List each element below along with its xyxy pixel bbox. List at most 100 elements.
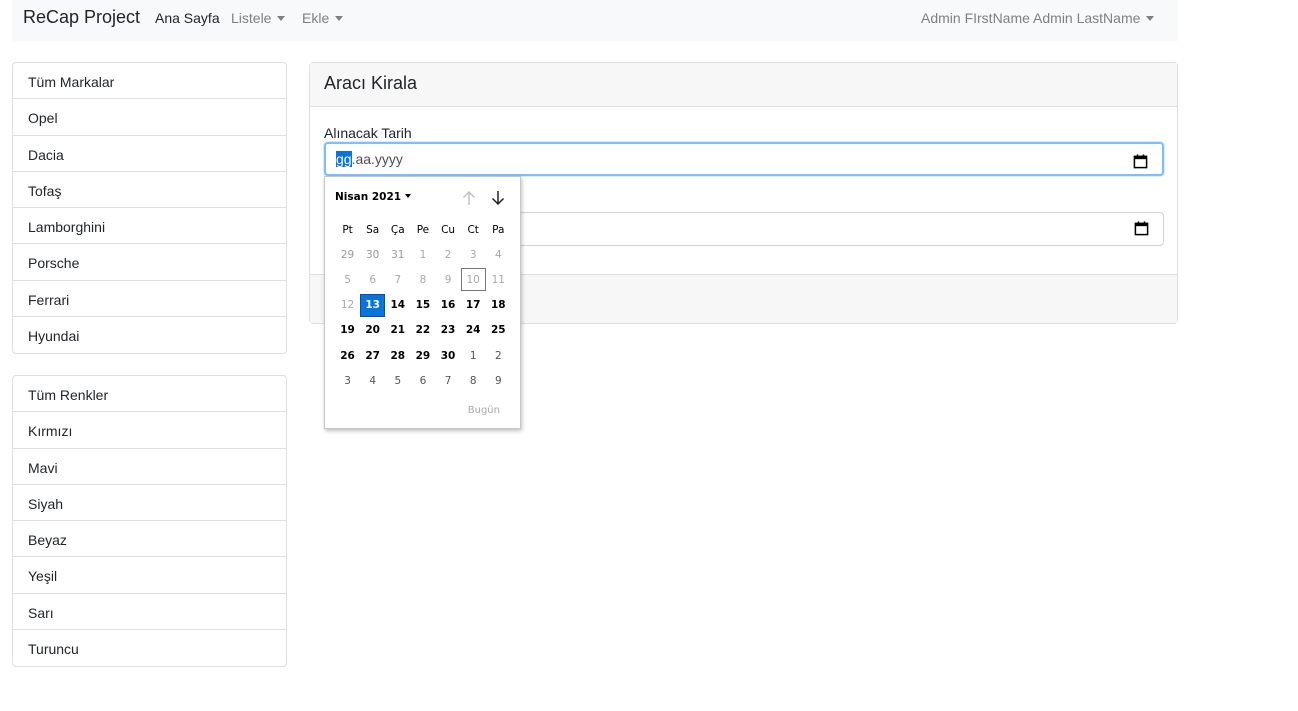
nav-home-link[interactable]: Ana Sayfa: [155, 10, 220, 26]
date-picker-popup: Nisan 2021 Pt Sa Ça Pe Cu Ct Pa 29 30 31…: [324, 176, 521, 429]
user-name: Admin FIrstName Admin LastName: [921, 10, 1141, 26]
nav-add-label: Ekle: [302, 10, 330, 26]
calendar-day[interactable]: 24: [461, 319, 486, 342]
calendar-week-row: 12 13 14 15 16 17 18: [335, 293, 511, 318]
calendar-day: 6: [369, 273, 377, 286]
calendar-icon[interactable]: [1133, 154, 1148, 169]
calendar-day[interactable]: 30: [436, 344, 461, 367]
color-list-item[interactable]: Beyaz: [13, 521, 286, 558]
calendar-day[interactable]: 3: [335, 369, 360, 392]
brand-list-item[interactable]: Porsche: [13, 244, 286, 281]
calendar-icon[interactable]: [1134, 221, 1149, 236]
calendar-day[interactable]: 18: [486, 294, 511, 317]
calendar-day-today: 10: [460, 268, 486, 292]
nav-list-label: Listele: [231, 10, 272, 26]
calendar-day[interactable]: 20: [360, 319, 385, 342]
brand-list-item[interactable]: Lamborghini: [13, 208, 286, 245]
color-list-item[interactable]: Sarı: [13, 594, 286, 631]
brand-list-item[interactable]: Tüm Markalar: [13, 63, 286, 100]
calendar-day[interactable]: 25: [486, 319, 511, 342]
calendar-day: 1: [419, 248, 427, 261]
brand-list-item[interactable]: Hyundai: [13, 317, 286, 353]
chevron-down-icon: [1146, 16, 1155, 21]
calendar-day-selected[interactable]: 13: [360, 293, 386, 317]
calendar-day[interactable]: 27: [360, 344, 385, 367]
calendar-day[interactable]: 4: [360, 369, 385, 392]
calendar-day[interactable]: 19: [335, 319, 360, 342]
card-title: Aracı Kirala: [310, 63, 1177, 107]
user-menu-dropdown[interactable]: Admin FIrstName Admin LastName: [921, 10, 1155, 26]
weekday-label: Cu: [441, 223, 456, 236]
nav-list-dropdown[interactable]: Listele: [231, 10, 286, 26]
today-button[interactable]: Bugün: [468, 405, 500, 416]
calendar-day: 30: [366, 248, 380, 261]
month-year-segment[interactable]: .aa.yyyy: [352, 151, 403, 167]
weekday-header-row: Pt Sa Ça Pe Cu Ct Pa: [335, 217, 511, 242]
color-list: Tüm Renkler Kırmızı Mavi Siyah Beyaz Yeş…: [12, 375, 287, 668]
calendar-day[interactable]: 28: [385, 344, 410, 367]
weekday-label: Pa: [492, 223, 505, 236]
calendar-day[interactable]: 16: [436, 294, 461, 317]
calendar-day[interactable]: 14: [385, 294, 410, 317]
calendar-day: 3: [469, 248, 477, 261]
calendar-day[interactable]: 21: [385, 319, 410, 342]
calendar-day: 12: [340, 299, 355, 312]
weekday-label: Pt: [342, 223, 353, 236]
arrow-up-icon[interactable]: [461, 189, 477, 207]
color-list-item[interactable]: Tüm Renkler: [13, 376, 286, 413]
calendar-day: 7: [394, 273, 402, 286]
color-list-item[interactable]: Turuncu: [13, 630, 286, 666]
weekday-label: Sa: [366, 223, 380, 236]
brand-logo[interactable]: ReCap Project: [23, 7, 140, 28]
calendar-day: 29: [340, 248, 355, 261]
pickup-date-label: Alınacak Tarih: [324, 125, 412, 141]
calendar-week-row: 19 20 21 22 23 24 25: [335, 318, 511, 343]
calendar-day[interactable]: 29: [410, 344, 435, 367]
day-segment[interactable]: gg: [336, 151, 352, 167]
calendar-grid: Pt Sa Ça Pe Cu Ct Pa 29 30 31 1 2 3 4 5 …: [335, 217, 511, 393]
calendar-day[interactable]: 7: [436, 369, 461, 392]
weekday-label: Pe: [416, 223, 430, 236]
color-list-item[interactable]: Siyah: [13, 485, 286, 522]
calendar-day[interactable]: 26: [335, 344, 360, 367]
calendar-day: 31: [391, 248, 405, 261]
calendar-week-row: 29 30 31 1 2 3 4: [335, 242, 511, 267]
color-list-item[interactable]: Kırmızı: [13, 412, 286, 449]
calendar-day[interactable]: 15: [410, 294, 435, 317]
calendar-day: 5: [344, 273, 351, 286]
brand-list-item[interactable]: Tofaş: [13, 172, 286, 209]
calendar-week-row: 26 27 28 29 30 1 2: [335, 343, 511, 368]
chevron-down-icon: [335, 16, 344, 21]
calendar-week-row: 5 6 7 8 9 10 11: [335, 267, 511, 292]
calendar-day[interactable]: 2: [486, 344, 511, 367]
weekday-label: Ça: [390, 223, 405, 236]
calendar-day[interactable]: 17: [461, 294, 486, 317]
weekday-label: Ct: [467, 223, 479, 236]
calendar-day[interactable]: 9: [486, 369, 511, 392]
calendar-day[interactable]: 8: [461, 369, 486, 392]
brand-list: Tüm Markalar Opel Dacia Tofaş Lamborghin…: [12, 62, 287, 355]
month-year-label: Nisan 2021: [335, 191, 402, 203]
calendar-day: 2: [444, 248, 452, 261]
calendar-day: 9: [444, 273, 452, 286]
calendar-day[interactable]: 5: [385, 369, 410, 392]
calendar-day[interactable]: 6: [410, 369, 435, 392]
color-list-item[interactable]: Mavi: [13, 449, 286, 485]
calendar-day: 11: [491, 273, 505, 286]
month-year-selector[interactable]: Nisan 2021: [335, 191, 412, 203]
brand-list-item[interactable]: Opel: [13, 99, 286, 136]
calendar-day[interactable]: 1: [461, 344, 486, 367]
calendar-day: 4: [494, 248, 502, 261]
arrow-down-icon[interactable]: [490, 189, 506, 207]
brand-list-item[interactable]: Dacia: [13, 136, 286, 172]
pickup-date-input[interactable]: gg.aa.yyyy: [324, 142, 1164, 176]
chevron-down-icon: [405, 194, 412, 198]
calendar-day[interactable]: 23: [436, 319, 461, 342]
calendar-day: 8: [419, 273, 427, 286]
color-list-item[interactable]: Yeşil: [13, 557, 286, 594]
nav-add-dropdown[interactable]: Ekle: [302, 10, 344, 26]
calendar-day[interactable]: 22: [410, 319, 435, 342]
navbar: ReCap Project Ana Sayfa Listele Ekle Adm…: [12, 0, 1178, 41]
brand-list-item[interactable]: Ferrari: [13, 281, 286, 318]
calendar-week-row: 3 4 5 6 7 8 9: [335, 368, 511, 393]
